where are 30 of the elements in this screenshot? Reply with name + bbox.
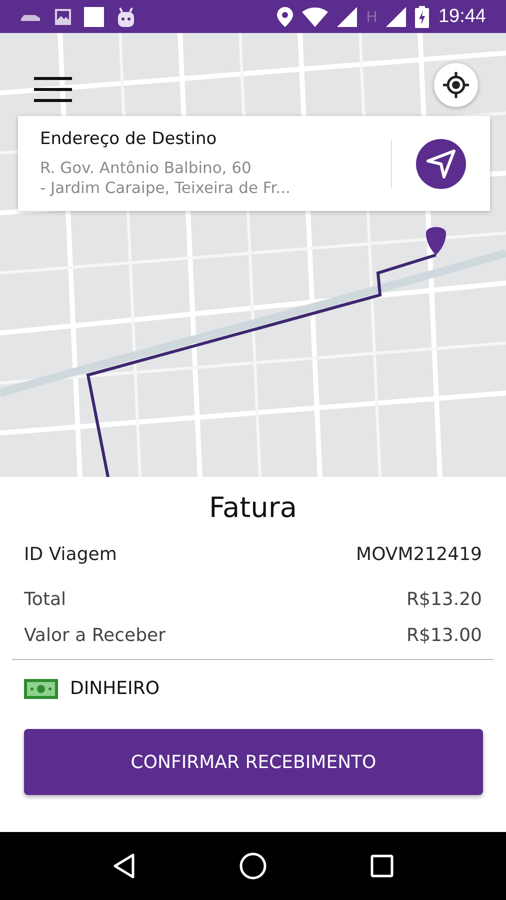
wifi-icon	[302, 6, 328, 26]
recents-icon[interactable]	[370, 854, 394, 878]
home-icon[interactable]	[238, 852, 267, 880]
network-type: H	[366, 8, 378, 26]
destination-address: R. Gov. Antônio Balbino, 60 - Jardim Caraipe, Teixeira de Fr...	[40, 158, 292, 198]
location-icon	[277, 6, 294, 26]
android-icon	[116, 6, 136, 28]
signal-icon	[337, 6, 358, 26]
cash-icon	[24, 678, 58, 698]
row-label: Valor a Receber	[24, 625, 166, 646]
image-icon	[54, 8, 72, 26]
signal-icon	[386, 6, 406, 26]
navigate-button[interactable]	[416, 138, 466, 188]
destination-card[interactable]: Endereço de Destino R. Gov. Antônio Balbino, 60 - Jardim Caraipe, Teixeira de Fr...	[18, 116, 490, 211]
row-value: MOVM212419	[356, 544, 482, 565]
row-value: R$13.20	[406, 589, 482, 610]
square-icon	[84, 6, 104, 26]
invoice-title: Fatura	[208, 491, 298, 524]
confirm-button[interactable]: CONFIRMAR RECEBIMENTO	[24, 729, 483, 795]
destination-label: Endereço de Destino	[40, 129, 218, 149]
row-label: Total	[24, 589, 66, 610]
payment-method: DINHEIRO	[70, 678, 160, 699]
row-value: R$13.00	[406, 625, 482, 646]
menu-icon[interactable]	[34, 77, 72, 103]
crosshair-icon	[443, 72, 469, 98]
back-icon[interactable]	[112, 853, 136, 879]
battery-charging-icon	[415, 6, 430, 28]
clock-time: 19:44	[438, 6, 486, 28]
row-label: ID Viagem	[24, 544, 117, 565]
navigation-arrow-icon	[426, 148, 456, 178]
